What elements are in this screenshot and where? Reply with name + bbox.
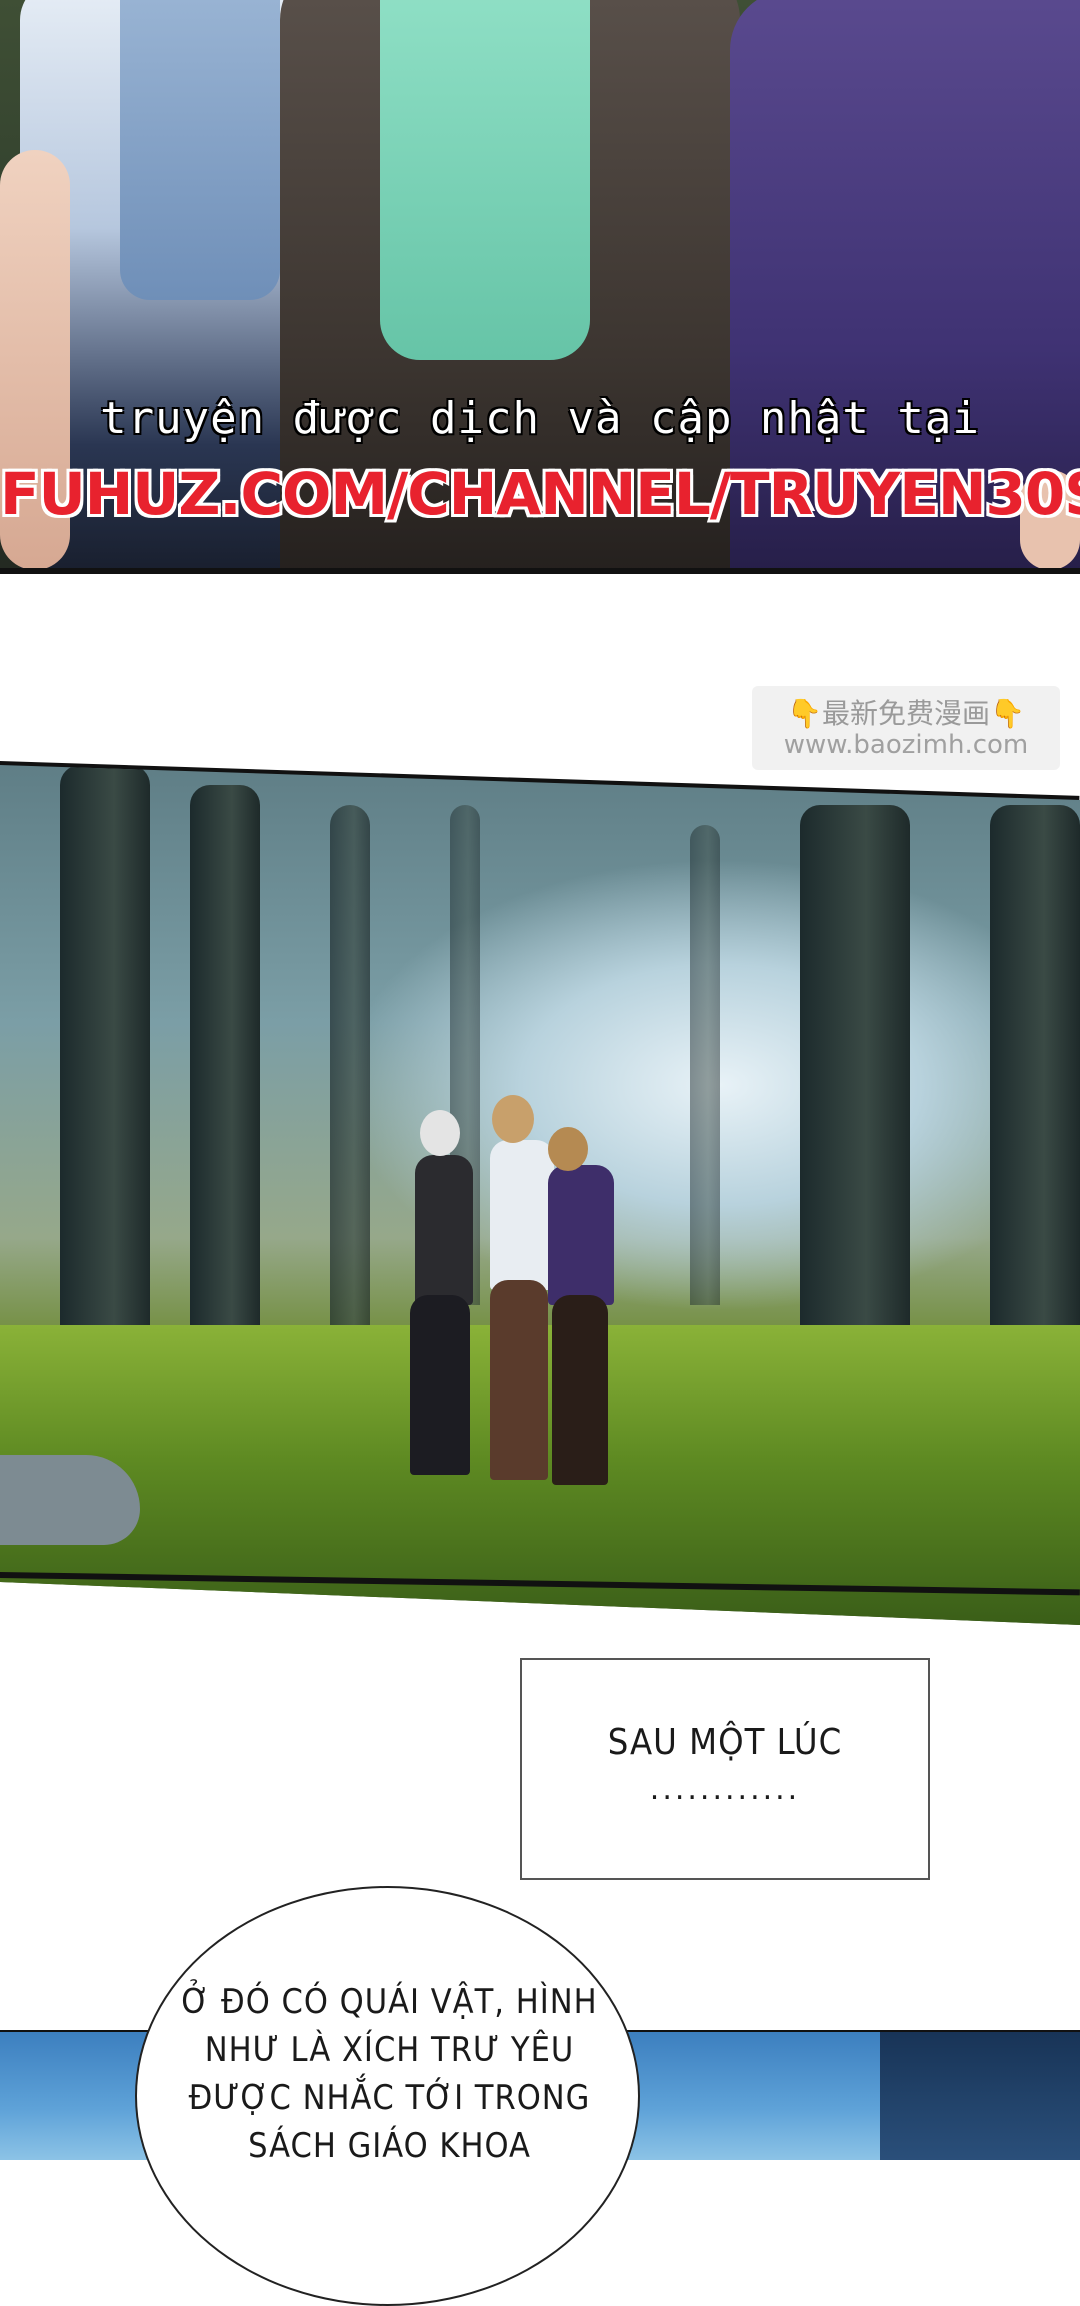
tree-trunk: [690, 825, 720, 1305]
bottom-panel-foliage: [880, 2032, 1080, 2160]
figure-white-hair-head: [420, 1110, 460, 1156]
source-watermark-badge: 👇最新免费漫画👇 www.baozimh.com: [752, 686, 1060, 770]
figure-blonde-head: [492, 1095, 534, 1143]
character-middle-shirt: [380, 0, 590, 360]
tree-trunk: [330, 805, 370, 1365]
rock: [0, 1455, 140, 1545]
figure-blonde: [490, 1140, 554, 1290]
speech-line: ĐƯỢC NHẮC TỚI TRONG: [188, 2078, 591, 2118]
source-badge-chinese-text: 👇最新免费漫画👇: [787, 697, 1025, 730]
translation-credit: truyện được dịch và cập nhật tại: [100, 393, 980, 444]
forest-comic-panel: [0, 765, 1080, 1625]
source-badge-url: www.baozimh.com: [783, 730, 1029, 760]
figure-purple-jacket-legs: [552, 1295, 608, 1485]
source-channel-url: FUHUZ.COM/CHANNEL/TRUYEN30S: [0, 460, 1080, 528]
speech-line: SÁCH GIÁO KHOA: [248, 2126, 531, 2166]
figure-blonde-legs: [490, 1280, 548, 1480]
figure-purple-jacket: [548, 1165, 614, 1305]
speech-bubble: Ở ĐÓ CÓ QUÁI VẬT, HÌNH NHƯ LÀ XÍCH TRƯ Y…: [135, 1886, 640, 2306]
character-left-shirt: [120, 0, 280, 300]
speech-bubble-text: Ở ĐÓ CÓ QUÁI VẬT, HÌNH NHƯ LÀ XÍCH TRƯ Y…: [177, 1978, 602, 2170]
speech-line: NHƯ LÀ XÍCH TRƯ YÊU: [204, 2030, 575, 2070]
caption-ellipsis: ............: [649, 1772, 801, 1807]
speech-line: Ở ĐÓ CÓ QUÁI VẬT, HÌNH: [181, 1982, 598, 2022]
narration-caption-box: SAU MỘT LÚC ............: [520, 1658, 930, 1880]
figure-white-hair: [415, 1155, 473, 1305]
caption-text: SAU MỘT LÚC: [607, 1722, 843, 1763]
top-comic-panel: truyện được dịch và cập nhật tại FUHUZ.C…: [0, 0, 1080, 570]
panel-divider: [0, 568, 1080, 574]
figure-white-hair-legs: [410, 1295, 470, 1475]
figure-purple-jacket-head: [548, 1127, 588, 1171]
